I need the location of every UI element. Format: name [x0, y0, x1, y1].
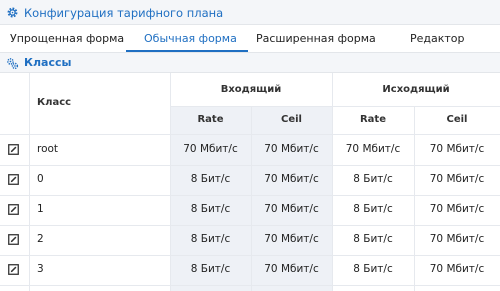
incoming-ceil-cell: 70 Мбит/с — [264, 173, 319, 185]
classes-icon — [7, 58, 19, 70]
incoming-ceil-cell: 70 Мбит/с — [264, 203, 319, 215]
outgoing-rate-cell: 8 Бит/с — [353, 173, 393, 185]
edit-icon[interactable] — [8, 174, 19, 185]
incoming-rate-cell: 8 Бит/с — [190, 173, 231, 185]
tab-simplified-form[interactable]: Упрощенная форма — [10, 25, 124, 52]
outgoing-rate-cell: 8 Бит/с — [353, 263, 393, 275]
outgoing-rate-header: Rate — [359, 114, 386, 125]
row-divider — [0, 195, 500, 196]
incoming-ceil-cell: 70 Мбит/с — [264, 143, 319, 155]
incoming-rate-header: Rate — [197, 114, 224, 125]
form-tabs: Упрощенная форма Обычная форма Расширенн… — [0, 25, 500, 52]
edit-icon[interactable] — [8, 144, 19, 155]
row-divider — [0, 285, 500, 286]
classes-section-header: Классы — [0, 53, 500, 73]
outgoing-rate-cell: 8 Бит/с — [353, 233, 393, 245]
tab-extended-form[interactable]: Расширенная форма — [256, 25, 376, 52]
class-name-cell: 0 — [37, 173, 44, 185]
outgoing-ceil-cell: 70 Мбит/с — [429, 203, 485, 215]
class-name-cell: 3 — [37, 263, 44, 275]
row-divider — [0, 225, 500, 226]
incoming-ceil-cell: 70 Мбит/с — [264, 233, 319, 245]
outgoing-ceil-header: Ceil — [446, 114, 468, 125]
edit-icon[interactable] — [8, 264, 19, 275]
outgoing-ceil-cell: 70 Мбит/с — [429, 233, 485, 245]
page-title: Конфигурация тарифного плана — [24, 6, 224, 20]
incoming-rate-cell: 70 Мбит/с — [183, 143, 238, 155]
outgoing-ceil-cell: 70 Мбит/с — [429, 263, 485, 275]
incoming-ceil-header: Ceil — [281, 114, 302, 125]
edit-icon[interactable] — [8, 204, 19, 215]
tab-normal-form[interactable]: Обычная форма — [144, 25, 237, 52]
incoming-ceil-cell: 70 Мбит/с — [264, 263, 319, 275]
incoming-group-header: Входящий — [220, 84, 282, 95]
class-column-header: Класс — [37, 97, 72, 108]
row-divider — [0, 255, 500, 256]
header-divider — [170, 106, 500, 107]
incoming-rate-cell: 8 Бит/с — [190, 203, 231, 215]
classes-table: Класс Входящий Исходящий Rate Ceil Rate … — [0, 73, 500, 291]
section-title: Классы — [24, 56, 72, 69]
outgoing-rate-cell: 70 Мбит/с — [345, 143, 401, 155]
outgoing-ceil-cell: 70 Мбит/с — [429, 143, 485, 155]
class-name-cell: 2 — [37, 233, 44, 245]
edit-icon[interactable] — [8, 234, 19, 245]
incoming-rate-cell: 8 Бит/с — [190, 233, 231, 245]
config-header: Конфигурация тарифного плана — [0, 0, 500, 25]
outgoing-rate-cell: 8 Бит/с — [353, 203, 393, 215]
outgoing-ceil-cell: 70 Мбит/с — [429, 173, 485, 185]
class-name-cell: root — [37, 143, 59, 155]
outgoing-group-header: Исходящий — [382, 84, 450, 95]
settings-icon — [7, 7, 18, 18]
header-bottom-line — [0, 134, 500, 135]
class-name-cell: 1 — [37, 203, 44, 215]
tab-editor[interactable]: Редактор — [410, 25, 465, 52]
row-divider — [0, 165, 500, 166]
incoming-rate-cell: 8 Бит/с — [190, 263, 231, 275]
column-divider — [29, 73, 30, 291]
